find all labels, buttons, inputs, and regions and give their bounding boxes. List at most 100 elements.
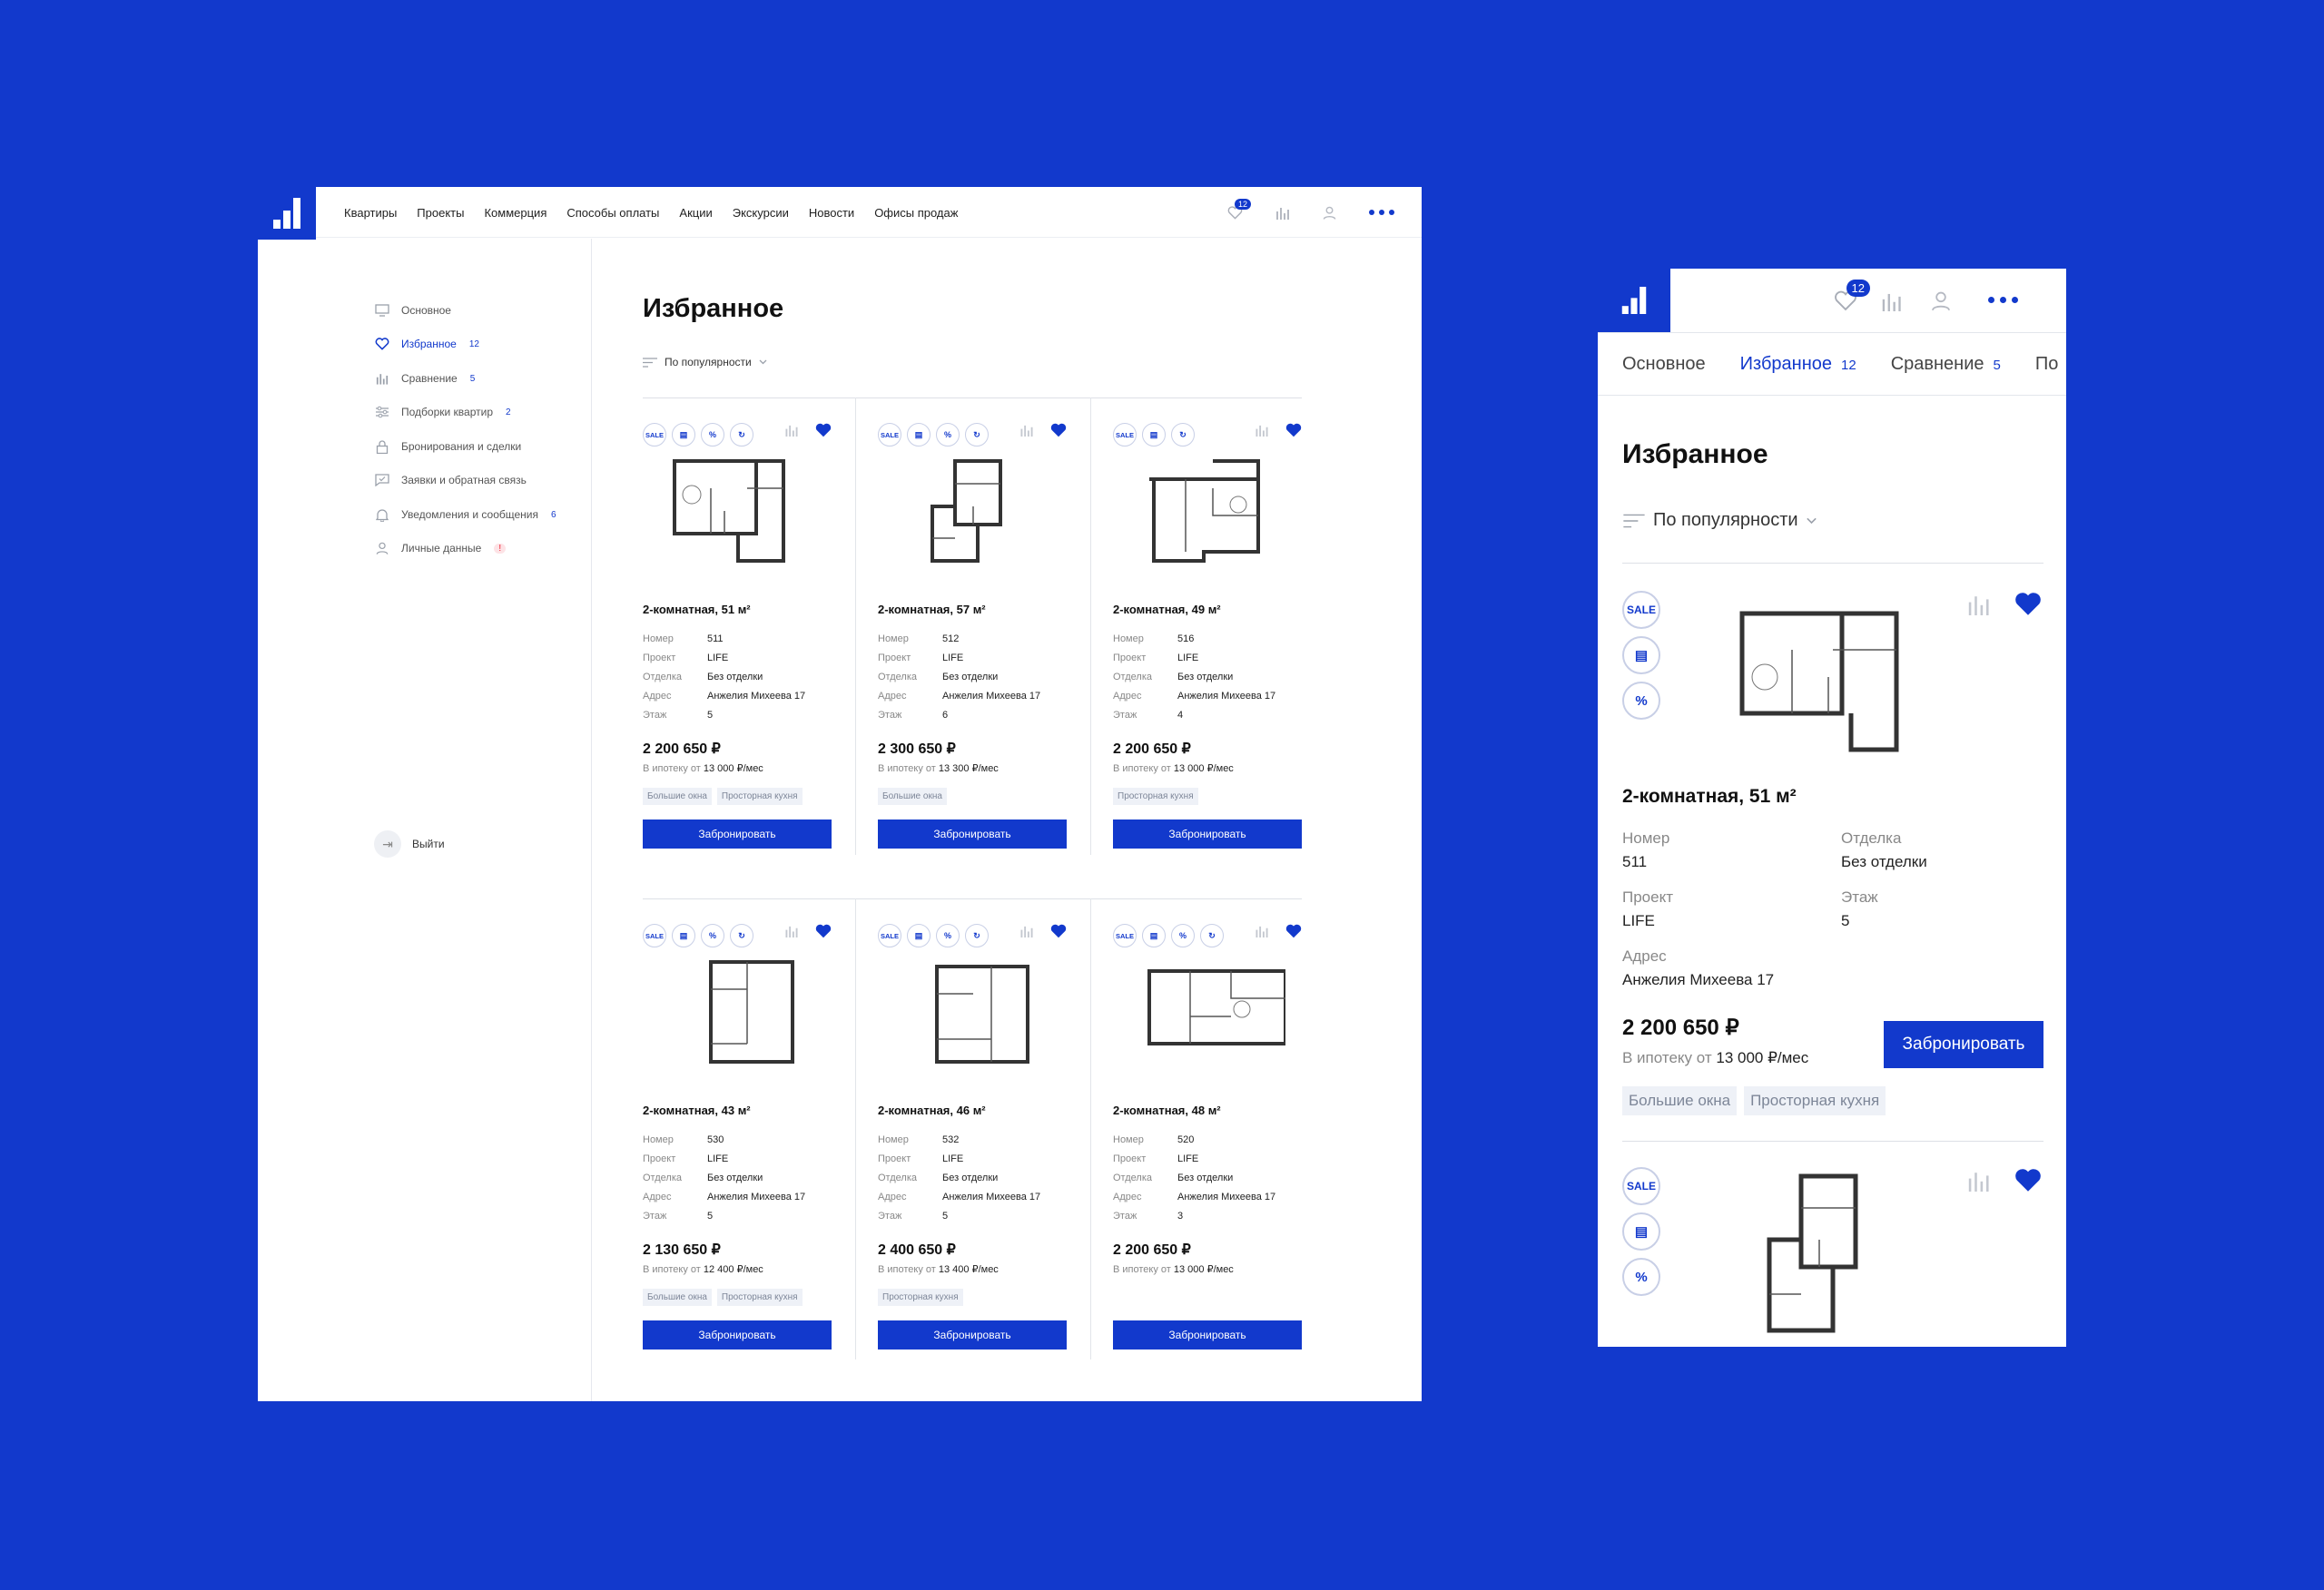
sidebar-item-label: Основное [401, 304, 451, 317]
nav-item[interactable]: Экскурсии [733, 206, 789, 220]
nav-item[interactable]: Проекты [417, 206, 464, 220]
sidebar-count: 2 [506, 407, 511, 417]
compare-icon[interactable] [784, 925, 799, 937]
feature-tag: Просторная кухня [1744, 1086, 1886, 1115]
detail-key: Отделка [643, 672, 682, 682]
chart-icon [374, 370, 390, 387]
favorites-button[interactable]: 12 [1227, 198, 1251, 220]
sidebar-item-favorites[interactable]: Избранное 12 [374, 336, 479, 352]
logout-button[interactable]: ⇥ Выйти [374, 830, 445, 858]
compare-button[interactable] [1881, 291, 1903, 311]
nav-item[interactable]: Офисы продаж [874, 206, 958, 220]
detail-value: Анжелия Михеева 17 [707, 1192, 806, 1202]
heart-filled-icon[interactable] [815, 423, 832, 437]
book-button[interactable]: Забронировать [1884, 1021, 2043, 1068]
logo[interactable] [1598, 269, 1670, 332]
heart-filled-icon[interactable] [1285, 423, 1302, 437]
sidebar-item-notifications[interactable]: Уведомления и сообщения 6 [374, 506, 556, 523]
price: 2 200 650 ₽ [1622, 1016, 1739, 1040]
detail-value: Без отделки [707, 672, 763, 682]
sidebar-item-label: Уведомления и сообщения [401, 508, 538, 521]
heart-filled-icon[interactable] [2014, 592, 2042, 616]
book-button[interactable]: Забронировать [1113, 820, 1302, 849]
tab-main[interactable]: Основное [1622, 354, 1706, 375]
book-button[interactable]: Забронировать [643, 820, 832, 849]
nav-item[interactable]: Коммерция [484, 206, 547, 220]
mobile-header: 12 [1670, 269, 2066, 332]
more-menu-icon[interactable] [1369, 210, 1394, 215]
book-button[interactable]: Забронировать [878, 820, 1067, 849]
gift-icon: ▤ [907, 423, 931, 447]
nav-item[interactable]: Новости [809, 206, 854, 220]
detail-value: LIFE [942, 653, 964, 663]
detail-value: LIFE [942, 1153, 964, 1164]
apartment-card: SALE ▤ % ↻ 2-комнатная, 43 м² Номер 530 П… [643, 898, 832, 1384]
nav-item[interactable]: Квартиры [344, 206, 397, 220]
compare-icon[interactable] [1019, 424, 1034, 437]
detail-value: Без отделки [707, 1173, 763, 1183]
feature-tag: Просторная кухня [716, 788, 803, 805]
tab-selections[interactable]: По [2035, 354, 2059, 375]
compare-icon[interactable] [784, 424, 799, 437]
gift-icon: ▤ [1622, 1212, 1660, 1251]
heart-filled-icon[interactable] [2014, 1168, 2042, 1192]
card-actions [1967, 1168, 2042, 1192]
detail-value: 516 [1177, 633, 1195, 644]
sidebar-item-requests[interactable]: Заявки и обратная связь [374, 472, 527, 488]
detail-key: Этаж [1841, 888, 1878, 906]
book-button[interactable]: Забронировать [878, 1320, 1067, 1350]
feature-tag: Просторная кухня [1113, 788, 1198, 805]
nav-item[interactable]: Способы оплаты [566, 206, 659, 220]
bell-icon [374, 506, 390, 523]
sale-badge: SALE [1113, 423, 1137, 447]
compare-button[interactable] [1275, 206, 1290, 220]
mobile-window: 12 Основное Избранное 12 Сравнение 5 По Из… [1598, 269, 2066, 1347]
sliders-icon [374, 404, 390, 420]
compare-icon[interactable] [1255, 424, 1269, 437]
profile-button[interactable] [1931, 290, 1951, 311]
heart-filled-icon[interactable] [1285, 924, 1302, 938]
monitor-icon [374, 302, 390, 319]
profile-button[interactable] [1323, 206, 1336, 220]
exchange-icon: ↻ [1171, 423, 1195, 447]
detail-key: Отделка [878, 1173, 917, 1183]
detail-value: 5 [707, 710, 714, 721]
sidebar-item-personal[interactable]: Личные данные ! [374, 540, 507, 556]
compare-icon[interactable] [1967, 594, 1991, 615]
compare-icon[interactable] [1255, 925, 1269, 937]
sidebar-item-selections[interactable]: Подборки квартир 2 [374, 404, 511, 420]
heart-filled-icon[interactable] [815, 924, 832, 938]
nav-item[interactable]: Акции [679, 206, 712, 220]
sale-badge: SALE [643, 423, 666, 447]
divider [1622, 1141, 2043, 1142]
detail-key: Адрес [643, 691, 672, 702]
sidebar-item-main[interactable]: Основное [374, 302, 451, 319]
feature-tag: Большие окна [643, 788, 712, 805]
user-icon [374, 540, 390, 556]
detail-value: Анжелия Михеева 17 [1177, 1192, 1276, 1202]
sort-dropdown[interactable]: По популярности [643, 356, 767, 368]
sidebar-item-bookings[interactable]: Бронирования и сделки [374, 438, 521, 455]
sort-dropdown[interactable]: По популярности [1622, 510, 1817, 531]
heart-filled-icon[interactable] [1050, 423, 1067, 437]
tab-favorites[interactable]: Избранное 12 [1740, 354, 1856, 375]
detail-key: Номер [878, 633, 909, 644]
apartment-title: 2-комнатная, 48 м² [1113, 1104, 1221, 1117]
price: 2 130 650 ₽ [643, 1242, 721, 1258]
compare-icon[interactable] [1967, 1170, 1991, 1192]
apartment-card: SALE ▤ % ↻ 2-комнатная, 46 м² Номер 532 П… [878, 898, 1067, 1384]
logout-label: Выйти [412, 838, 445, 850]
heart-filled-icon[interactable] [1050, 924, 1067, 938]
more-menu-icon[interactable] [1988, 297, 2018, 303]
book-button[interactable]: Забронировать [643, 1320, 832, 1350]
logo[interactable] [258, 187, 316, 240]
detail-value: 5 [707, 1211, 714, 1222]
price: 2 200 650 ₽ [1113, 741, 1191, 757]
book-button[interactable]: Забронировать [1113, 1320, 1302, 1350]
sidebar-item-compare[interactable]: Сравнение 5 [374, 370, 475, 387]
compare-icon[interactable] [1019, 925, 1034, 937]
favorites-button[interactable]: 12 [1834, 280, 1870, 311]
detail-key: Номер [878, 1134, 909, 1145]
tab-compare[interactable]: Сравнение 5 [1891, 354, 2001, 375]
detail-key: Проект [878, 1153, 911, 1164]
